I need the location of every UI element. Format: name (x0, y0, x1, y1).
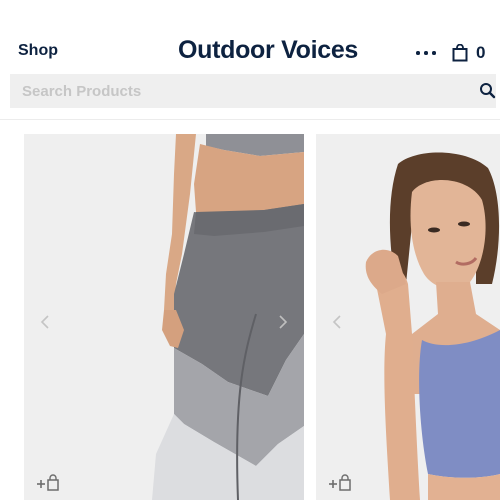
add-to-bag-icon[interactable] (36, 474, 62, 492)
product-card[interactable] (24, 134, 304, 500)
chevron-left-icon[interactable] (40, 314, 50, 330)
shopping-bag-icon (452, 44, 468, 62)
search-icon[interactable] (479, 82, 497, 100)
product-card[interactable] (316, 134, 500, 500)
search-bar (10, 74, 496, 108)
chevron-left-icon[interactable] (332, 314, 342, 330)
cart-count-badge: 0 (476, 43, 486, 62)
search-input[interactable] (10, 74, 460, 108)
header-divider (0, 119, 500, 120)
product-image (152, 134, 304, 500)
add-to-bag-icon[interactable] (328, 474, 354, 492)
chevron-right-icon[interactable] (278, 314, 288, 330)
more-options-button[interactable] (414, 44, 438, 60)
cart-button[interactable]: 0 (452, 40, 492, 64)
product-image (365, 152, 500, 500)
top-header: Shop Outdoor Voices 0 (0, 0, 500, 72)
